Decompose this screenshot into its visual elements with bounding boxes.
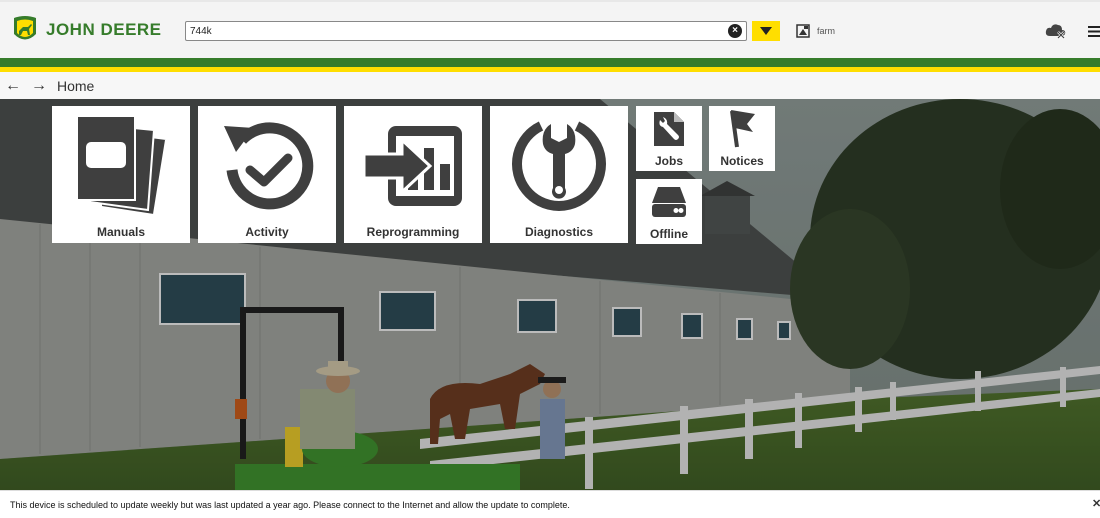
breadcrumb: Home: [57, 78, 95, 94]
diagnostics-wrench-icon: [512, 121, 606, 211]
reprogramming-icon: [364, 126, 462, 206]
back-arrow-icon[interactable]: ←: [5, 78, 21, 94]
close-icon[interactable]: ✕: [1092, 497, 1100, 510]
cloud-offline-icon[interactable]: [1045, 23, 1067, 39]
tile-reprogramming[interactable]: Reprogramming: [344, 106, 482, 243]
forward-arrow-icon[interactable]: →: [31, 78, 47, 94]
tile-manuals-label: Manuals: [96, 225, 145, 239]
deer-logo-icon: [14, 16, 36, 40]
tile-diagnostics-label: Diagnostics: [524, 225, 593, 239]
tile-manuals[interactable]: Manuals: [52, 106, 190, 243]
manuals-icon: [76, 116, 167, 215]
brand-name: JOHN DEERE: [46, 20, 162, 39]
offline-drive-icon: [652, 187, 686, 217]
tile-notices-label: Notices: [720, 154, 764, 168]
brand-stripe-green: [0, 58, 1100, 67]
farm-label: farm: [817, 26, 835, 36]
clear-search-icon[interactable]: ×: [728, 24, 742, 38]
tile-jobs[interactable]: Jobs: [636, 106, 702, 171]
jobs-icon: [654, 112, 684, 146]
tile-reprogramming-label: Reprogramming: [366, 225, 460, 239]
tile-jobs-label: Jobs: [654, 154, 683, 168]
tile-diagnostics[interactable]: Diagnostics: [490, 106, 628, 243]
tile-offline-label: Offline: [650, 227, 688, 241]
tile-activity-label: Activity: [245, 225, 289, 239]
tile-offline[interactable]: Offline: [636, 179, 702, 244]
brand-logo[interactable]: JOHN DEERE: [10, 15, 162, 45]
menu-icon[interactable]: [1088, 26, 1100, 37]
search-box[interactable]: ×: [185, 21, 747, 41]
top-bar: JOHN DEERE × farm: [0, 0, 1100, 58]
update-notice-bar: This device is scheduled to update weekl…: [0, 490, 1100, 518]
activity-icon: [224, 122, 314, 210]
nav-bar: ← → Home: [0, 72, 1100, 99]
update-notice-message: This device is scheduled to update weekl…: [10, 500, 570, 510]
tile-activity[interactable]: Activity: [198, 106, 336, 243]
caret-down-icon: [760, 27, 772, 35]
flag-icon: [730, 110, 755, 148]
tile-notices[interactable]: Notices: [709, 106, 775, 171]
search-dropdown-button[interactable]: [752, 21, 780, 41]
search-input[interactable]: [190, 23, 710, 39]
farm-icon[interactable]: [796, 24, 810, 38]
hero-background: Manuals Activity Reprogramming Diagnosti…: [0, 99, 1100, 490]
